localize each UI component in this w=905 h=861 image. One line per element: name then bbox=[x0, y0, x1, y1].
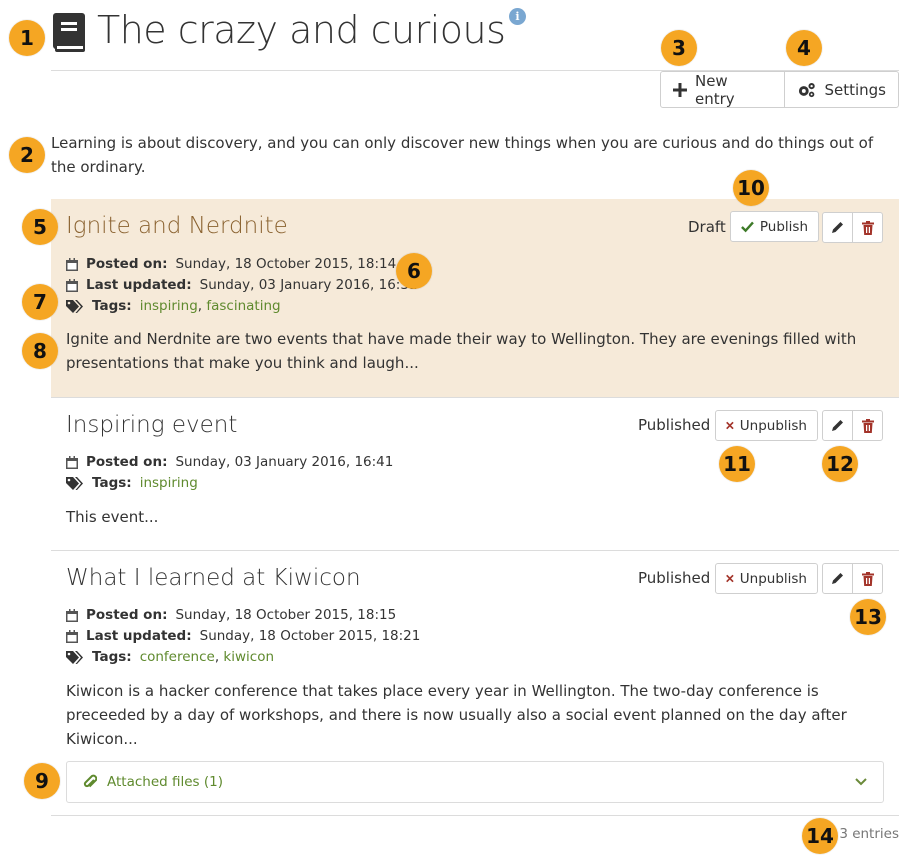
tag-link[interactable]: inspiring bbox=[140, 475, 198, 491]
tags-icon bbox=[66, 476, 83, 490]
tag-link[interactable]: inspiring bbox=[140, 298, 198, 314]
page-title: The crazy and curious bbox=[97, 8, 506, 52]
chevron-down-icon bbox=[855, 778, 867, 786]
posted-on-label: Posted on: bbox=[86, 607, 168, 623]
last-updated-value: Sunday, 03 January 2016, 16:31 bbox=[199, 277, 418, 293]
publish-label: Publish bbox=[759, 218, 808, 235]
callout-14: 14 bbox=[802, 818, 838, 854]
posted-on-label: Posted on: bbox=[86, 454, 168, 470]
tag-link[interactable]: conference bbox=[140, 649, 215, 665]
last-updated-label: Last updated: bbox=[86, 628, 192, 644]
plus-icon bbox=[673, 82, 687, 97]
last-updated-value: Sunday, 18 October 2015, 18:21 bbox=[199, 628, 421, 644]
settings-label: Settings bbox=[824, 80, 886, 99]
tags-icon bbox=[66, 650, 83, 664]
tags-row: Tags: conference, kiwicon bbox=[66, 647, 274, 667]
pencil-icon bbox=[832, 222, 843, 233]
entry-body: Ignite and Nerdnite are two events that … bbox=[66, 330, 857, 372]
publish-button[interactable]: Publish bbox=[730, 211, 819, 242]
entry-title[interactable]: What I learned at Kiwicon bbox=[66, 565, 361, 591]
entry-title[interactable]: Inspiring event bbox=[66, 412, 237, 438]
callout-12: 12 bbox=[822, 446, 858, 482]
gears-icon bbox=[798, 82, 815, 97]
callout-8: 8 bbox=[22, 333, 58, 369]
entry-body: Kiwicon is a hacker conference that take… bbox=[66, 682, 847, 748]
entry-status: Published bbox=[638, 416, 711, 434]
new-entry-label: New entry bbox=[694, 71, 735, 108]
calendar-icon bbox=[66, 608, 78, 622]
entries-count: 3 entries bbox=[839, 826, 899, 842]
attached-files-toggle[interactable]: Attached files (1) bbox=[66, 761, 884, 803]
info-icon[interactable]: i bbox=[509, 8, 526, 25]
settings-button[interactable]: Settings bbox=[784, 71, 899, 108]
entries-bottom-divider bbox=[51, 815, 899, 816]
entry-status: Published bbox=[638, 569, 711, 587]
entry-title[interactable]: Ignite and Nerdnite bbox=[66, 213, 288, 239]
last-updated-label: Last updated: bbox=[86, 277, 192, 293]
pencil-icon bbox=[832, 573, 843, 584]
attached-files-label: Attached files (1) bbox=[107, 774, 224, 790]
entry-status: Draft bbox=[688, 218, 726, 236]
delete-button[interactable] bbox=[852, 212, 883, 243]
unpublish-button[interactable]: Unpublish bbox=[715, 410, 818, 441]
check-icon bbox=[741, 221, 754, 232]
entry-body: This event... bbox=[66, 508, 159, 526]
unpublish-button[interactable]: Unpublish bbox=[715, 563, 818, 594]
callout-4: 4 bbox=[786, 30, 822, 66]
posted-on-value: Sunday, 18 October 2015, 18:15 bbox=[175, 607, 397, 623]
blog-description: Learning is about discovery, and you can… bbox=[51, 134, 874, 176]
trash-icon bbox=[861, 418, 874, 433]
blog-entry-published: Inspiring event Published Unpublish Post… bbox=[51, 397, 899, 550]
entry-divider bbox=[51, 397, 899, 398]
calendar-icon bbox=[66, 278, 78, 292]
edit-button[interactable] bbox=[822, 410, 853, 441]
tag-link[interactable]: kiwicon bbox=[223, 649, 274, 665]
tag-link[interactable]: fascinating bbox=[206, 298, 280, 314]
unpublish-label: Unpublish bbox=[739, 417, 807, 434]
tags-row: Tags: inspiring bbox=[66, 473, 198, 493]
callout-13: 13 bbox=[850, 599, 886, 635]
callout-10: 10 bbox=[733, 170, 769, 206]
edit-button[interactable] bbox=[822, 212, 853, 243]
blog-entry-draft: Ignite and Nerdnite Draft Publish Posted… bbox=[51, 199, 899, 397]
trash-icon bbox=[861, 220, 874, 235]
times-icon bbox=[726, 574, 734, 583]
posted-on-row: Posted on: Sunday, 03 January 2016, 16:4… bbox=[66, 452, 393, 472]
calendar-icon bbox=[66, 455, 78, 469]
paperclip-icon bbox=[83, 774, 97, 788]
callout-1: 1 bbox=[9, 20, 45, 56]
posted-on-value: Sunday, 03 January 2016, 16:41 bbox=[175, 454, 394, 470]
posted-on-row: Posted on: Sunday, 18 October 2015, 18:1… bbox=[66, 605, 396, 625]
last-updated-row: Last updated: Sunday, 03 January 2016, 1… bbox=[66, 275, 418, 295]
pencil-icon bbox=[832, 420, 843, 431]
edit-button[interactable] bbox=[822, 563, 853, 594]
calendar-icon bbox=[66, 629, 78, 643]
callout-9: 9 bbox=[24, 763, 60, 799]
callout-2: 2 bbox=[9, 137, 45, 173]
delete-button[interactable] bbox=[852, 410, 883, 441]
callout-11: 11 bbox=[719, 446, 755, 482]
tags-row: Tags: inspiring, fascinating bbox=[66, 296, 281, 316]
tags-label: Tags: bbox=[92, 475, 132, 491]
tags-label: Tags: bbox=[92, 298, 132, 314]
new-entry-button[interactable]: New entry bbox=[660, 71, 785, 108]
tags-label: Tags: bbox=[92, 649, 132, 665]
posted-on-value: Sunday, 18 October 2015, 18:14 bbox=[175, 256, 397, 272]
callout-7: 7 bbox=[22, 284, 58, 320]
posted-on-row: Posted on: Sunday, 18 October 2015, 18:1… bbox=[66, 254, 396, 274]
trash-icon bbox=[861, 571, 874, 586]
unpublish-label: Unpublish bbox=[739, 570, 807, 587]
times-icon bbox=[726, 421, 734, 430]
callout-5: 5 bbox=[22, 209, 58, 245]
callout-3: 3 bbox=[661, 30, 697, 66]
posted-on-label: Posted on: bbox=[86, 256, 168, 272]
calendar-icon bbox=[66, 257, 78, 271]
tags-icon bbox=[66, 299, 83, 313]
last-updated-row: Last updated: Sunday, 18 October 2015, 1… bbox=[66, 626, 420, 646]
delete-button[interactable] bbox=[852, 563, 883, 594]
callout-6: 6 bbox=[396, 253, 432, 289]
book-icon bbox=[53, 13, 85, 52]
